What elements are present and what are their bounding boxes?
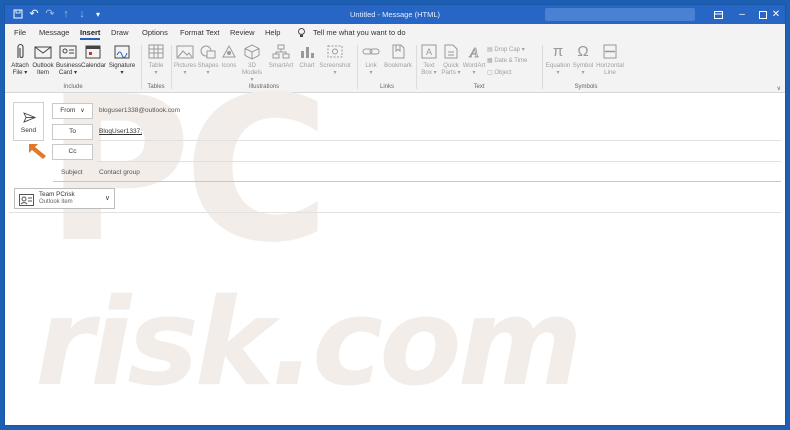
- from-address: bloguser1338@outlook.com: [99, 107, 181, 114]
- attachment-type: Outlook item: [39, 199, 73, 205]
- send-icon: [23, 110, 37, 128]
- group-label-links: Links: [379, 84, 394, 90]
- screenshot-icon: [325, 43, 345, 60]
- group-separator: [416, 45, 417, 89]
- business-card-icon: [58, 43, 78, 60]
- svg-text:A: A: [469, 46, 479, 60]
- icons-button[interactable]: Icons: [219, 43, 239, 69]
- orange-arrow-icon: [27, 142, 49, 165]
- tab-draw[interactable]: Draw: [111, 24, 129, 41]
- chevron-down-icon: ∨: [80, 108, 85, 114]
- send-button[interactable]: Send: [13, 102, 44, 141]
- paperclip-icon: [10, 43, 30, 60]
- outlook-item-button[interactable]: Outlook Item: [31, 43, 55, 76]
- tab-options[interactable]: Options: [142, 24, 168, 41]
- close-icon[interactable]: ✕: [763, 5, 789, 24]
- chart-button[interactable]: Chart: [296, 43, 318, 69]
- outlook-window: ↶ ↷ ↑ ↓ ▾ Untitled - Message (HTML) – ✕ …: [4, 4, 786, 426]
- watermark-logo: risk.com: [35, 274, 583, 413]
- attachment-item[interactable]: Team PCrisk Outlook item ∨: [14, 188, 115, 209]
- from-button[interactable]: From ∨: [52, 103, 93, 119]
- subject-field[interactable]: Contact group: [99, 169, 140, 176]
- field-divider: [97, 161, 781, 162]
- chart-icon: [297, 43, 317, 60]
- contact-card-icon: [19, 193, 34, 211]
- collapse-ribbon-icon[interactable]: ∨: [777, 85, 781, 92]
- smartart-button[interactable]: SmartArt: [267, 43, 295, 69]
- horizontal-line-icon: [600, 43, 620, 60]
- text-box-button[interactable]: A Text Box ▾: [418, 43, 440, 76]
- text-box-icon: A: [419, 43, 439, 60]
- group-separator: [357, 45, 358, 89]
- group-label-include: Include: [63, 84, 83, 90]
- attach-file-button[interactable]: Attach File ▾: [8, 43, 32, 76]
- attachment-name: Team PCrisk: [39, 191, 75, 198]
- shapes-button[interactable]: Shapes ▾: [197, 43, 219, 76]
- date-time-button[interactable]: ▦ Date & Time: [487, 57, 527, 65]
- chevron-down-icon[interactable]: ∨: [105, 194, 110, 202]
- signature-button[interactable]: Signature ▾: [107, 43, 137, 76]
- signature-icon: [112, 43, 132, 60]
- picture-icon: [175, 43, 195, 60]
- business-card-button[interactable]: Business Card ▾: [56, 43, 81, 76]
- ribbon-display-icon[interactable]: [705, 5, 731, 24]
- symbol-button[interactable]: Ω Symbol ▾: [572, 43, 594, 76]
- horizontal-line-button[interactable]: Horizontal Line: [594, 43, 626, 76]
- object-button[interactable]: ▢ Object: [487, 69, 512, 77]
- omega-icon: Ω: [577, 43, 589, 60]
- subject-label: Subject: [61, 169, 83, 176]
- smartart-icon: [271, 43, 291, 60]
- wordart-icon: A: [464, 43, 484, 62]
- link-button[interactable]: Link ▾: [360, 43, 382, 76]
- tab-format-text[interactable]: Format Text: [180, 24, 219, 41]
- field-divider: [97, 140, 781, 141]
- to-button[interactable]: To: [52, 124, 93, 140]
- ribbon-insert: Attach File ▾ Outlook Item Business Card…: [5, 41, 785, 93]
- quick-parts-icon: [441, 43, 461, 60]
- table-icon: [146, 43, 166, 60]
- tab-insert[interactable]: Insert: [80, 24, 101, 41]
- bookmark-button[interactable]: Bookmark: [382, 43, 414, 69]
- cc-button[interactable]: Cc: [52, 144, 93, 160]
- pictures-button[interactable]: Pictures ▾: [173, 43, 197, 76]
- tab-help[interactable]: Help: [265, 24, 280, 41]
- envelope-icon: [33, 43, 53, 60]
- group-label-tables: Tables: [147, 84, 165, 90]
- tab-review[interactable]: Review: [230, 24, 255, 41]
- group-label-illustrations: Illustrations: [248, 84, 280, 90]
- bookmark-icon: [388, 43, 408, 60]
- group-separator: [542, 45, 543, 89]
- quick-parts-button[interactable]: Quick Parts ▾: [440, 43, 462, 76]
- calendar-icon: [83, 43, 103, 60]
- 3d-models-button[interactable]: 3D Models ▾: [240, 43, 264, 83]
- lightbulb-icon: [298, 24, 305, 41]
- tab-message[interactable]: Message: [39, 24, 69, 41]
- group-label-text: Text: [473, 84, 485, 90]
- tell-me-search[interactable]: Tell me what you want to do: [313, 24, 406, 41]
- pi-icon: π: [552, 43, 564, 60]
- compose-area: PC risk.com Send From ∨ bloguser1338@out…: [5, 54, 785, 425]
- calendar-button[interactable]: Calendar: [81, 43, 106, 69]
- to-field[interactable]: BlogUser1337;: [99, 128, 142, 135]
- icons-icon: [219, 43, 239, 60]
- field-divider: [53, 181, 781, 182]
- table-button[interactable]: Table ▾: [144, 43, 168, 76]
- equation-button[interactable]: π Equation ▾: [544, 43, 572, 76]
- svg-text:A: A: [426, 47, 432, 57]
- tab-file[interactable]: File: [14, 24, 26, 41]
- group-label-symbols: Symbols: [574, 84, 598, 90]
- wordart-button[interactable]: A WordArt ▾: [462, 43, 486, 76]
- link-icon: [361, 43, 381, 60]
- menu-bar: File Message Insert Draw Options Format …: [5, 24, 785, 41]
- title-search-box[interactable]: [545, 8, 695, 21]
- shapes-icon: [198, 43, 218, 60]
- drop-cap-button[interactable]: ▤ Drop Cap ▾: [487, 46, 525, 54]
- group-separator: [141, 45, 142, 89]
- group-separator: [171, 45, 172, 89]
- title-bar: ↶ ↷ ↑ ↓ ▾ Untitled - Message (HTML) – ✕: [5, 5, 785, 24]
- screenshot-button[interactable]: Screenshot ▾: [318, 43, 352, 76]
- field-divider: [9, 212, 781, 213]
- cube-icon: [242, 43, 262, 60]
